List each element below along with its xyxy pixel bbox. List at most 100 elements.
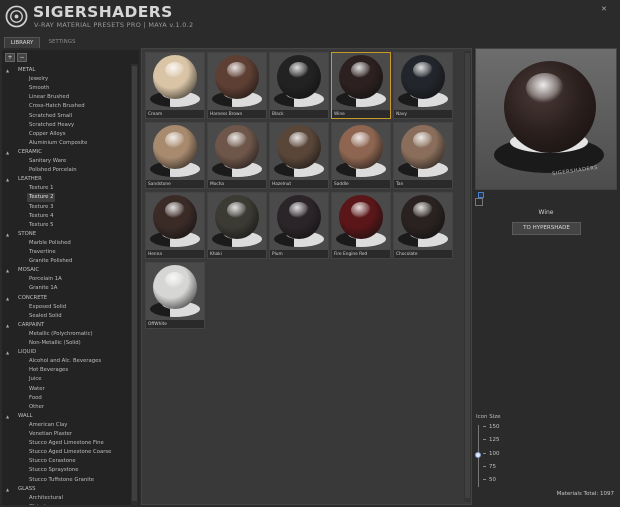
- tree-item[interactable]: Sanitary Ware: [27, 157, 68, 166]
- tree-item[interactable]: Exposed Solid: [27, 303, 68, 312]
- material-label: Cream: [148, 112, 163, 117]
- tab-settings[interactable]: SETTINGS: [44, 37, 80, 48]
- grid-scrollbar[interactable]: [464, 51, 471, 502]
- tree-item[interactable]: Juice: [27, 375, 44, 384]
- material-label: OffWhite: [148, 322, 167, 327]
- material-thumbnail[interactable]: Plum: [269, 192, 329, 259]
- tree-category-label: LEATHER: [18, 176, 42, 183]
- icon-size-option[interactable]: 150: [483, 423, 500, 432]
- to-hypershade-button[interactable]: TO HYPERSHADE: [512, 222, 581, 235]
- collapse-arrow-icon[interactable]: ▲: [6, 266, 9, 275]
- tree-item[interactable]: Food: [27, 394, 44, 403]
- icon-size-option[interactable]: 50: [483, 476, 496, 485]
- icon-size-value: 50: [489, 477, 496, 484]
- material-thumbnail[interactable]: Tan: [393, 122, 453, 189]
- tree-item[interactable]: Stucco Tuffstone Granite: [27, 476, 96, 485]
- material-thumbnail[interactable]: Khaki: [207, 192, 267, 259]
- collapse-arrow-icon[interactable]: ▲: [6, 321, 9, 330]
- tree-item[interactable]: Venetian Plaster: [27, 430, 74, 439]
- tree-item[interactable]: Non-Metallic (Solid): [27, 339, 83, 348]
- material-thumbnail[interactable]: Sandstone: [145, 122, 205, 189]
- tree-item[interactable]: Aluminium Composite: [27, 139, 89, 148]
- tree-item[interactable]: Granite Polished: [27, 257, 74, 266]
- tree-item[interactable]: Alcohol and Alc. Beverages: [27, 357, 103, 366]
- collapse-arrow-icon[interactable]: ▲: [6, 148, 9, 157]
- tree-item[interactable]: Porcelain 1A: [27, 275, 64, 284]
- material-swatch: [146, 193, 204, 250]
- material-swatch: [270, 123, 328, 180]
- icon-size-slider-knob[interactable]: [475, 452, 481, 458]
- material-swatch: [208, 53, 266, 110]
- tree-item[interactable]: Linear Brushed: [27, 93, 71, 102]
- material-sphere: [277, 125, 321, 169]
- collapse-arrow-icon[interactable]: ▲: [6, 348, 9, 357]
- tree-item[interactable]: Marble Polished: [27, 239, 73, 248]
- tree-item[interactable]: Jewelry: [27, 75, 50, 84]
- tree-category-label: CARPAINT: [18, 321, 45, 328]
- collapse-arrow-icon[interactable]: ▲: [6, 485, 9, 494]
- tree-item[interactable]: Cross-Hatch Brushed: [27, 102, 87, 111]
- material-swatch: [146, 123, 204, 180]
- material-thumbnail[interactable]: Fire Engine Red: [331, 192, 391, 259]
- material-thumbnail[interactable]: Hazelnut: [269, 122, 329, 189]
- material-thumbnail[interactable]: OffWhite: [145, 262, 205, 329]
- tree-item[interactable]: Stucco Aged Limestone Coarse: [27, 448, 113, 457]
- tree-item[interactable]: Travertine: [27, 248, 58, 257]
- tree-item[interactable]: Texture 4: [27, 212, 55, 221]
- sidebar-scrollbar[interactable]: [131, 64, 138, 505]
- tree-item[interactable]: Granite 1A: [27, 284, 59, 293]
- tree-item[interactable]: Stucco Aged Limestone Fine: [27, 439, 106, 448]
- material-thumbnail[interactable]: Henna: [145, 192, 205, 259]
- tree-item[interactable]: Object: [27, 503, 48, 505]
- sidebar-scroll-thumb[interactable]: [132, 66, 137, 501]
- collapse-all-button[interactable]: −: [17, 53, 27, 62]
- tree-item[interactable]: Scratched Small: [27, 112, 74, 121]
- material-thumbnail[interactable]: Cream: [145, 52, 205, 119]
- material-thumbnail[interactable]: Mocha: [207, 122, 267, 189]
- tree-item[interactable]: Metallic (Polychromatic): [27, 330, 95, 339]
- material-label: Chocolate: [396, 252, 418, 257]
- tree-item[interactable]: Other: [27, 403, 46, 412]
- expand-all-button[interactable]: +: [5, 53, 15, 62]
- tree-item[interactable]: Water: [27, 385, 47, 394]
- icon-size-option[interactable]: 100: [483, 450, 500, 459]
- tick-mark: [483, 452, 486, 454]
- collapse-arrow-icon[interactable]: ▲: [6, 412, 9, 421]
- tree-item[interactable]: Smooth: [27, 84, 51, 93]
- collapse-arrow-icon[interactable]: ▲: [6, 294, 9, 303]
- tree-item[interactable]: Texture 3: [27, 203, 55, 212]
- material-thumbnail[interactable]: Chocolate: [393, 192, 453, 259]
- tree-item[interactable]: Texture 5: [27, 221, 55, 230]
- material-sphere: [339, 125, 383, 169]
- tree-item[interactable]: Scratched Heavy: [27, 121, 76, 130]
- material-thumbnail[interactable]: Navy: [393, 52, 453, 119]
- close-icon[interactable]: ✕: [601, 5, 607, 13]
- tree-item[interactable]: Polished Porcelain: [27, 166, 79, 175]
- material-swatch: [332, 193, 390, 250]
- tree-item[interactable]: Sealed Solid: [27, 312, 64, 321]
- material-label: Wine: [334, 112, 345, 117]
- icon-size-option[interactable]: 125: [483, 436, 500, 445]
- material-thumbnail[interactable]: Black: [269, 52, 329, 119]
- tree-item[interactable]: American Clay: [27, 421, 69, 430]
- icon-size-option[interactable]: 75: [483, 463, 496, 472]
- tree-item[interactable]: Texture 2: [27, 193, 56, 203]
- icon-size-value: 100: [489, 450, 500, 457]
- collapse-arrow-icon[interactable]: ▲: [6, 175, 9, 184]
- tree-item[interactable]: Stucco Spraystone: [27, 466, 81, 475]
- tree-item[interactable]: Stucco Cerastone: [27, 457, 78, 466]
- grid-scroll-thumb[interactable]: [465, 53, 470, 498]
- collapse-arrow-icon[interactable]: ▲: [6, 66, 9, 75]
- tree-item[interactable]: Copper Alloys: [27, 130, 68, 139]
- material-thumbnail[interactable]: Wine: [331, 52, 391, 119]
- tab-library[interactable]: LIBRARY: [4, 37, 40, 48]
- collapse-arrow-icon[interactable]: ▲: [6, 230, 9, 239]
- material-thumbnail[interactable]: Saddle: [331, 122, 391, 189]
- preview-checkbox[interactable]: [475, 198, 483, 206]
- material-thumbnail[interactable]: Harness Brown: [207, 52, 267, 119]
- tree-item[interactable]: Texture 1: [27, 184, 55, 193]
- tree-item[interactable]: Architectural: [27, 494, 65, 503]
- tree-item[interactable]: Hot Beverages: [27, 366, 70, 375]
- materials-total: Materials Total: 1097: [556, 491, 614, 497]
- icon-size-value: 75: [489, 463, 496, 470]
